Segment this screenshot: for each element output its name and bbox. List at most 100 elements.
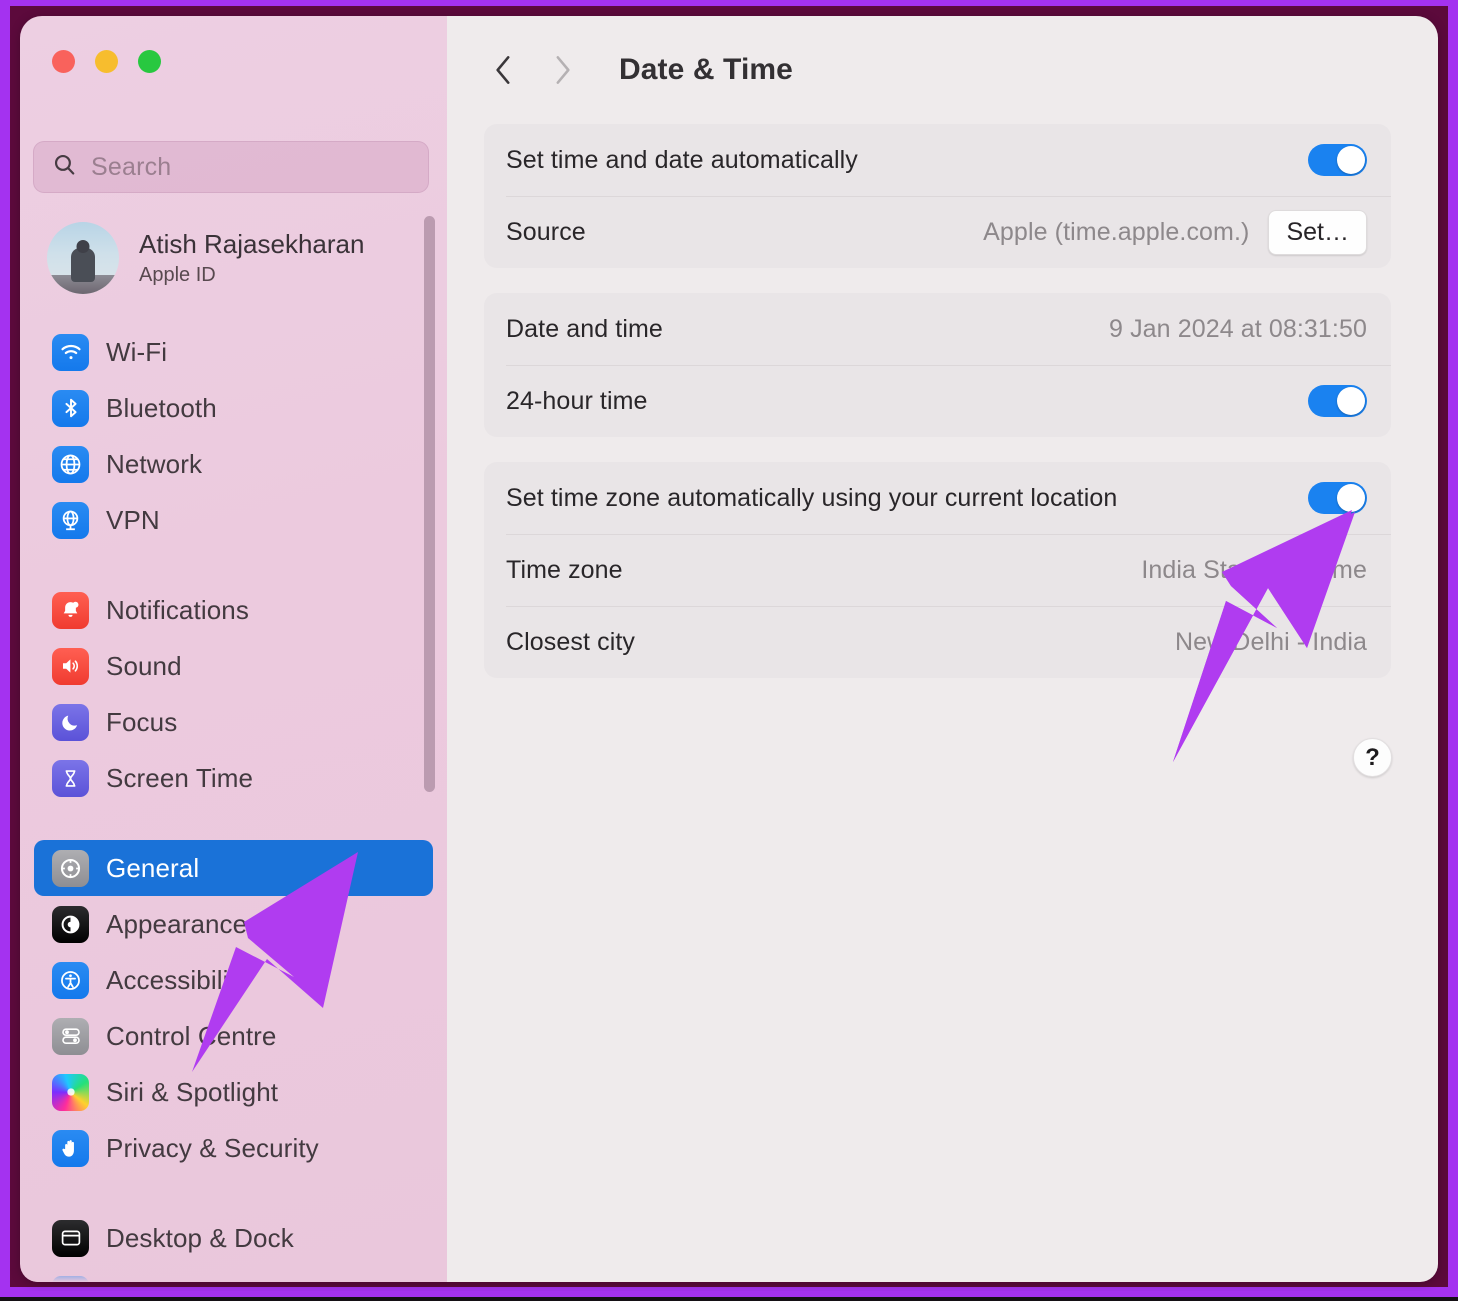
system-settings-window: Search Atish Rajasekharan Apple ID Wi-Fi… (20, 16, 1438, 1282)
sidebar-item-label: VPN (106, 504, 160, 535)
nav-group-system: Notifications Sound Focus Screen Time (20, 582, 447, 806)
sidebar-item-label: Desktop & Dock (106, 1222, 294, 1253)
row-label: Set time zone automatically using your c… (506, 483, 1118, 512)
sidebar-item-privacy-security[interactable]: Privacy & Security (34, 1120, 433, 1176)
sidebar-item-label: Screen Time (106, 762, 254, 793)
sidebar-scroll-area[interactable]: Wi-Fi Bluetooth Network VPN Notification… (20, 324, 447, 1282)
hand-icon (52, 1129, 89, 1167)
minimize-button[interactable] (95, 50, 118, 73)
control-center-icon (52, 1017, 89, 1055)
bluetooth-icon (52, 389, 89, 427)
sidebar-item-label: Wi-Fi (106, 336, 168, 367)
sidebar-item-label: Sound (106, 650, 182, 681)
desktop-dock-icon (52, 1219, 89, 1257)
sidebar-item-label: Bluetooth (106, 392, 217, 423)
row-value: 9 Jan 2024 at 08:31:50 (1109, 314, 1367, 343)
appearance-icon (52, 905, 89, 943)
account-row[interactable]: Atish Rajasekharan Apple ID (47, 222, 417, 294)
sidebar-item-control-centre[interactable]: Control Centre (34, 1008, 433, 1064)
sidebar-item-label: Siri & Spotlight (106, 1076, 279, 1107)
sidebar-item-appearance[interactable]: Appearance (34, 896, 433, 952)
search-input[interactable]: Search (33, 141, 429, 193)
row-closest-city[interactable]: Closest city New Delhi - India (484, 606, 1391, 678)
sidebar-item-sound[interactable]: Sound (34, 638, 433, 694)
brightness-icon (52, 1275, 89, 1282)
sidebar-item-siri-spotlight[interactable]: Siri & Spotlight (34, 1064, 433, 1120)
row-set-time-automatically[interactable]: Set time and date automatically (484, 124, 1391, 196)
set-source-button[interactable]: Set… (1268, 209, 1367, 255)
globe-icon (52, 445, 89, 483)
vpn-globe-icon (52, 501, 89, 539)
nav-group-desktop: Desktop & Dock Displays (20, 1210, 447, 1282)
row-label: Set time and date automatically (506, 145, 858, 174)
row-value: New Delhi - India (1174, 627, 1367, 656)
card-date-time: Date and time 9 Jan 2024 at 08:31:50 24-… (484, 293, 1391, 437)
help-button[interactable]: ? (1353, 738, 1392, 777)
row-label: Source (506, 217, 586, 246)
toggle-24-hour-time[interactable] (1308, 385, 1367, 417)
row-date-and-time[interactable]: Date and time 9 Jan 2024 at 08:31:50 (484, 293, 1391, 365)
sidebar-item-notifications[interactable]: Notifications (34, 582, 433, 638)
toolbar: Date & Time (447, 16, 1438, 124)
sidebar-item-displays[interactable]: Displays (34, 1266, 433, 1282)
sidebar: Search Atish Rajasekharan Apple ID Wi-Fi… (20, 16, 447, 1282)
sidebar-item-vpn[interactable]: VPN (34, 492, 433, 548)
account-name: Atish Rajasekharan (139, 228, 365, 259)
avatar (47, 222, 119, 294)
sidebar-item-focus[interactable]: Focus (34, 694, 433, 750)
speaker-icon (52, 647, 89, 685)
accessibility-icon (52, 961, 89, 999)
gear-icon (52, 849, 89, 887)
row-time-zone[interactable]: Time zone India Standard Time (484, 534, 1391, 606)
window-controls (52, 50, 161, 73)
sidebar-item-label: Appearance (106, 908, 248, 939)
card-time-zone: Set time zone automatically using your c… (484, 462, 1391, 678)
nav-group-general: General Appearance Accessibility Control… (20, 840, 447, 1176)
moon-icon (52, 703, 89, 741)
sidebar-item-accessibility[interactable]: Accessibility (34, 952, 433, 1008)
nav-divider-gap (20, 548, 447, 582)
page-title: Date & Time (619, 53, 793, 86)
row-24-hour-time[interactable]: 24-hour time (484, 365, 1391, 437)
sidebar-item-label: Notifications (106, 594, 249, 625)
row-label: Time zone (506, 555, 623, 584)
back-chevron-icon[interactable] (475, 41, 533, 99)
sidebar-item-label: Focus (106, 706, 178, 737)
sidebar-item-network[interactable]: Network (34, 436, 433, 492)
sidebar-item-label: General (106, 852, 200, 883)
sidebar-item-label: Control Centre (106, 1020, 277, 1051)
sidebar-item-label: Accessibility (106, 964, 249, 995)
account-subtitle: Apple ID (139, 264, 216, 287)
search-placeholder: Search (91, 152, 172, 181)
sidebar-item-screen-time[interactable]: Screen Time (34, 750, 433, 806)
frame-bottom-black (0, 1297, 1458, 1301)
card-auto-time: Set time and date automatically Source A… (484, 124, 1391, 268)
zoom-button[interactable] (138, 50, 161, 73)
sidebar-item-bluetooth[interactable]: Bluetooth (34, 380, 433, 436)
toggle-set-time-automatically[interactable] (1308, 144, 1367, 176)
sidebar-item-wi-fi[interactable]: Wi-Fi (34, 324, 433, 380)
row-value: India Standard Time (1141, 555, 1367, 584)
row-label: 24-hour time (506, 386, 648, 415)
sidebar-item-desktop-dock[interactable]: Desktop & Dock (34, 1210, 433, 1266)
row-set-time-zone-automatically[interactable]: Set time zone automatically using your c… (484, 462, 1391, 534)
toggle-set-time-zone-automatically[interactable] (1308, 482, 1367, 514)
search-icon (52, 152, 77, 182)
hourglass-icon (52, 759, 89, 797)
row-value: Apple (time.apple.com.) (983, 217, 1250, 246)
nav-group-network: Wi-Fi Bluetooth Network VPN (20, 324, 447, 548)
bell-icon (52, 591, 89, 629)
nav-divider-gap (20, 1176, 447, 1210)
sidebar-scrollbar-thumb[interactable] (424, 216, 435, 792)
sidebar-item-label: Network (106, 448, 203, 479)
main-panel: Date & Time Set time and date automatica… (447, 16, 1438, 1282)
row-label: Closest city (506, 627, 636, 656)
sidebar-item-general[interactable]: General (34, 840, 433, 896)
nav-divider-gap (20, 806, 447, 840)
row-label: Date and time (506, 314, 663, 343)
forward-chevron-icon[interactable] (533, 41, 591, 99)
wifi-icon (52, 333, 89, 371)
row-source[interactable]: Source Apple (time.apple.com.) Set… (484, 196, 1391, 268)
screenshot-frame: Search Atish Rajasekharan Apple ID Wi-Fi… (0, 0, 1458, 1301)
close-button[interactable] (52, 50, 75, 73)
